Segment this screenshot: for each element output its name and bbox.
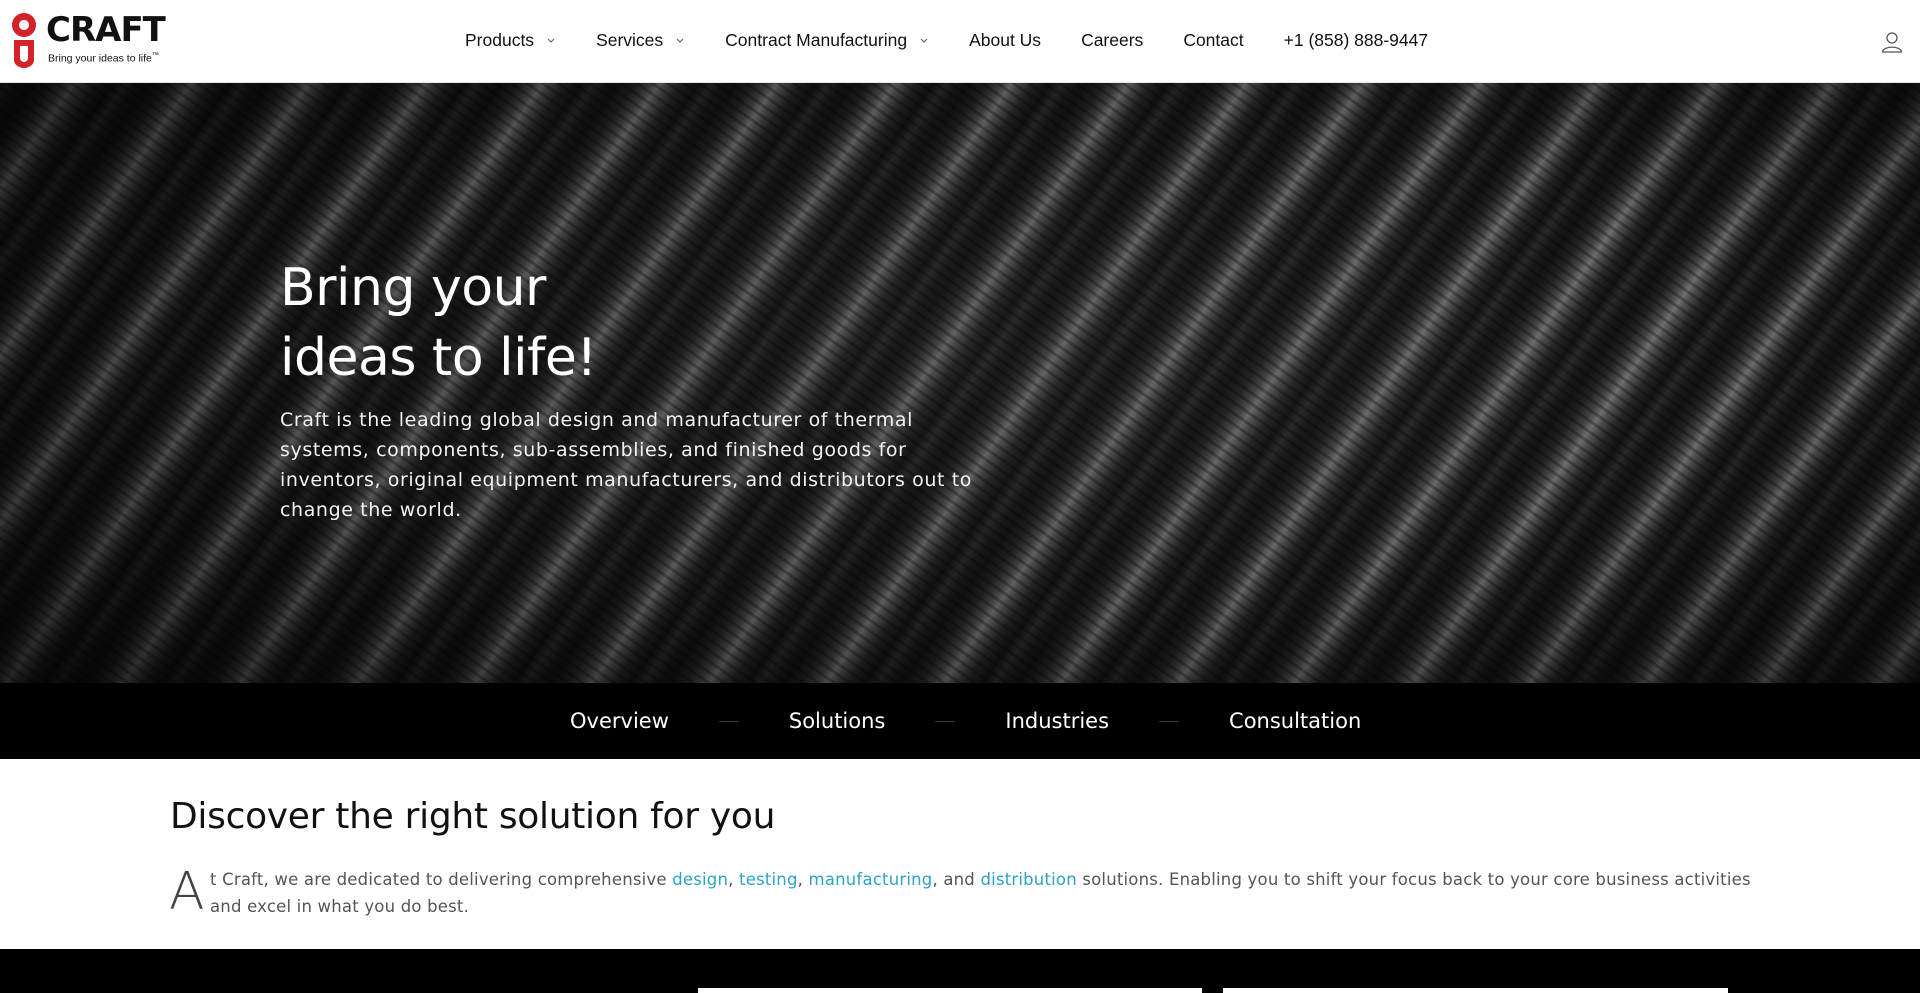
- solutions-section-band: [0, 949, 1920, 993]
- manufacturing-link[interactable]: manufacturing: [809, 870, 933, 889]
- site-header: CRAFT Bring your ideas to life™ Products…: [0, 0, 1920, 83]
- discover-sep: ,: [797, 870, 809, 889]
- nav-careers-label: Careers: [1081, 29, 1144, 50]
- hero-title-line-1: Bring your: [280, 258, 546, 318]
- tab-divider: [935, 720, 956, 722]
- hero-banner: Bring your ideas to life! Craft is the l…: [0, 83, 1920, 683]
- discover-sep: , and: [932, 870, 981, 889]
- tab-consultation[interactable]: Consultation: [1229, 709, 1361, 733]
- nav-about-us-label: About Us: [969, 29, 1042, 50]
- nav-contract-manufacturing[interactable]: Contract Manufacturing: [725, 30, 929, 51]
- tab-divider: [718, 720, 739, 722]
- section-tab-bar: Overview Solutions Industries Consultati…: [0, 683, 1920, 759]
- drop-cap-letter: A: [169, 862, 205, 922]
- nav-contact-label: Contact: [1183, 29, 1244, 50]
- main-nav: Products Services Contract Manufacturing…: [465, 0, 1428, 80]
- discover-heading: Discover the right solution for you: [170, 796, 776, 837]
- hero-description: Craft is the leading global design and m…: [280, 409, 972, 521]
- discover-text-start: t Craft, we are dedicated to delivering …: [210, 870, 673, 889]
- nav-phone-label: +1 (858) 888-9447: [1283, 29, 1429, 50]
- hero-title-line-2: ideas to life!: [280, 328, 597, 388]
- discover-sep: ,: [728, 870, 740, 889]
- nav-services[interactable]: Services: [596, 30, 685, 51]
- testing-link[interactable]: testing: [739, 870, 798, 889]
- nav-services-label: Services: [596, 29, 664, 50]
- logo-wordmark: CRAFT: [46, 10, 166, 50]
- craft-logo-mark-icon: [12, 13, 37, 68]
- nav-about-us[interactable]: About Us: [969, 30, 1041, 51]
- section-tabs: Overview Solutions Industries Consultati…: [570, 683, 1361, 759]
- logo-tagline: Bring your ideas to life™: [48, 52, 159, 65]
- tab-overview[interactable]: Overview: [570, 709, 669, 733]
- nav-contract-manufacturing-label: Contract Manufacturing: [725, 29, 908, 50]
- chevron-down-icon: [547, 38, 555, 43]
- solution-card[interactable]: [698, 988, 1202, 993]
- chevron-down-icon: [676, 38, 684, 43]
- nav-products-label: Products: [465, 29, 535, 50]
- hero-title: Bring your ideas to life!: [280, 253, 980, 393]
- tab-industries[interactable]: Industries: [1005, 709, 1109, 733]
- tab-solutions[interactable]: Solutions: [789, 709, 886, 733]
- solution-card[interactable]: [1223, 988, 1728, 993]
- discover-paragraph: t Craft, we are dedicated to delivering …: [210, 866, 1760, 920]
- nav-careers[interactable]: Careers: [1081, 30, 1143, 51]
- nav-contact[interactable]: Contact: [1183, 30, 1243, 51]
- chevron-down-icon: [920, 38, 928, 43]
- distribution-link[interactable]: distribution: [980, 870, 1076, 889]
- nav-products[interactable]: Products: [465, 30, 556, 51]
- craft-logo[interactable]: CRAFT Bring your ideas to life™: [8, 8, 166, 70]
- nav-phone-link[interactable]: +1 (858) 888-9447: [1284, 30, 1429, 51]
- design-link[interactable]: design: [672, 870, 728, 889]
- tab-divider: [1159, 720, 1180, 722]
- user-icon[interactable]: [1880, 30, 1904, 54]
